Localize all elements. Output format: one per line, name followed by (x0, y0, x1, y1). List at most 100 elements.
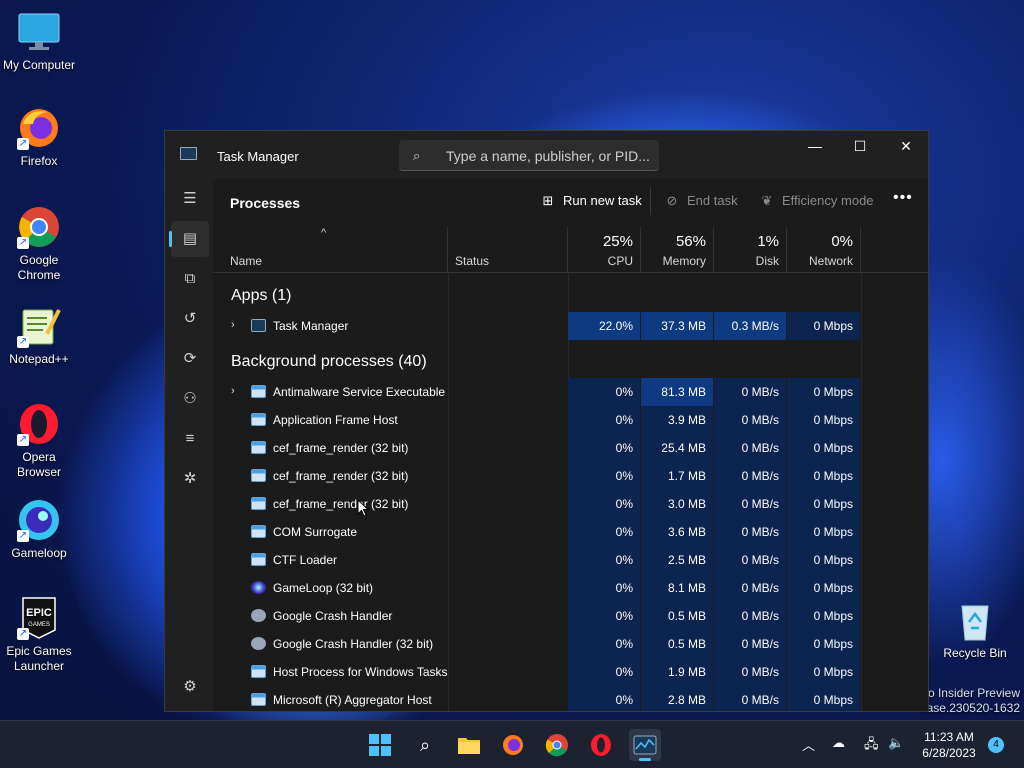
column-header-network[interactable]: 0% Network (787, 227, 861, 273)
process-row[interactable]: cef_frame_render (32 bit) 0% 3.0 MB 0 MB/s 0… (213, 490, 861, 518)
process-row[interactable]: cef_frame_render (32 bit) 0% 1.7 MB 0 MB/s 0… (213, 462, 861, 490)
more-options-icon[interactable]: ••• (893, 189, 913, 207)
process-icon (251, 609, 266, 622)
efficiency-mode-button[interactable]: ❦ Efficiency mode (758, 193, 874, 209)
desktop-icon-firefox[interactable]: ↗ Firefox (0, 106, 78, 169)
file-explorer-icon[interactable] (453, 729, 485, 761)
desktop-icon-epic-games[interactable]: EPIC GAMES ↗ Epic Games Launcher (0, 596, 78, 674)
process-icon (251, 525, 266, 538)
shortcut-arrow-icon: ↗ (17, 336, 29, 348)
recycle-bin-icon (953, 598, 997, 642)
processes-page: Processes ⊞ Run new task ⊘ End task ❦ Effic… (213, 179, 928, 711)
startup-apps-tab-icon[interactable]: ⟳ (171, 341, 209, 377)
opera-icon: ↗ (17, 402, 61, 446)
desktop-icon-gameloop[interactable]: ↗ Gameloop (0, 498, 78, 561)
notepadpp-icon: ↗ (17, 304, 61, 348)
process-row[interactable]: Application Frame Host 0% 3.9 MB 0 MB/s 0 Mb… (213, 406, 861, 434)
toolbar-divider (650, 187, 651, 215)
network-value: 0 Mbps (787, 574, 860, 602)
network-value: 0 Mbps (787, 406, 860, 434)
show-hidden-icons-chevron-icon[interactable]: ︿ (802, 735, 815, 754)
onedrive-offline-icon[interactable]: ☁ (832, 735, 845, 751)
task-manager-app-icon (180, 147, 197, 160)
process-row[interactable]: cef_frame_render (32 bit) 0% 25.4 MB 0 MB/s… (213, 434, 861, 462)
memory-value: 0.5 MB (641, 630, 713, 658)
windows-watermark-line: ease.230520-1632 (919, 701, 1020, 715)
process-icon (251, 553, 266, 566)
process-row[interactable]: Google Crash Handler 0% 0.5 MB 0 MB/s 0 Mbps (213, 602, 861, 630)
column-header-memory[interactable]: 56% Memory (641, 227, 714, 273)
desktop-icon-opera[interactable]: ↗ Opera Browser (0, 402, 78, 480)
app-history-tab-icon[interactable]: ↺ (171, 301, 209, 337)
process-icon (251, 469, 266, 482)
process-row[interactable]: CTF Loader 0% 2.5 MB 0 MB/s 0 Mbps (213, 546, 861, 574)
network-icon[interactable]: 🖧 (864, 735, 879, 757)
hamburger-menu-icon[interactable]: ☰ (171, 181, 209, 217)
disk-value: 0 MB/s (714, 434, 786, 462)
settings-gear-icon[interactable]: ⚙ (171, 669, 209, 705)
system-clock[interactable]: 11:23 AM 6/28/2023 (918, 729, 980, 761)
process-row[interactable]: Host Process for Windows Tasks 0% 1.9 MB 0 … (213, 658, 861, 686)
expand-chevron-icon[interactable]: › (231, 319, 235, 331)
column-header-name[interactable]: ^ Name (213, 227, 448, 273)
column-header-cpu[interactable]: 25% CPU (568, 227, 641, 273)
column-header-disk[interactable]: 1% Disk (714, 227, 787, 273)
details-tab-icon[interactable]: ≡ (171, 421, 209, 457)
disk-value: 0 MB/s (714, 378, 786, 406)
disk-value: 0 MB/s (714, 630, 786, 658)
network-value: 0 Mbps (787, 686, 860, 711)
process-row[interactable]: Google Crash Handler (32 bit) 0% 0.5 MB 0 M… (213, 630, 861, 658)
column-label-disk: Disk (755, 254, 779, 268)
column-label-status: Status (455, 254, 490, 268)
start-button[interactable] (364, 729, 396, 761)
title-bar[interactable]: Task Manager ⌕ Type a name, publisher, o… (165, 131, 928, 179)
network-value: 0 Mbps (787, 658, 860, 686)
notification-badge[interactable]: 4 (988, 737, 1004, 753)
volume-icon[interactable]: 🔈 (888, 735, 904, 751)
users-tab-icon[interactable]: ⚇ (171, 381, 209, 417)
monitor-icon (17, 10, 61, 54)
processes-tab-icon[interactable]: ▤ (169, 221, 209, 257)
process-row[interactable]: › Antimalware Service Executable 0% 81.3 MB… (213, 378, 861, 406)
search-box[interactable]: ⌕ Type a name, publisher, or PID... (399, 140, 659, 171)
process-icon (251, 665, 266, 678)
search-placeholder: Type a name, publisher, or PID... (446, 148, 650, 164)
taskbar-opera-icon[interactable] (585, 729, 617, 761)
process-name: CTF Loader (273, 553, 338, 567)
run-new-task-label: Run new task (563, 193, 642, 208)
column-header-status[interactable]: Status (448, 227, 568, 273)
desktop-icon-label: Google Chrome (17, 253, 61, 282)
minimize-button[interactable]: — (792, 131, 838, 161)
performance-tab-icon[interactable]: ⧉ (171, 261, 209, 297)
process-name: cef_frame_render (32 bit) (273, 469, 409, 483)
column-label-name: Name (230, 254, 263, 268)
close-button[interactable]: ✕ (883, 131, 928, 161)
desktop-icon-recycle-bin[interactable]: Recycle Bin (936, 598, 1014, 661)
disk-value: 0 MB/s (714, 490, 786, 518)
process-icon (251, 413, 266, 426)
process-row[interactable]: › Task Manager 22.0% 37.3 MB 0.3 MB/s 0 Mbps (213, 312, 861, 340)
process-name: Google Crash Handler (32 bit) (273, 637, 434, 651)
network-value: 0 Mbps (787, 312, 860, 340)
section-header-background: Background processes (40) (231, 353, 427, 370)
maximize-button[interactable]: ☐ (837, 131, 883, 161)
end-task-button[interactable]: ⊘ End task (663, 193, 738, 209)
process-row[interactable]: COM Surrogate 0% 3.6 MB 0 MB/s 0 Mbps (213, 518, 861, 546)
process-row[interactable]: Microsoft (R) Aggregator Host 0% 2.8 MB 0 M… (213, 686, 861, 711)
desktop-icon-chrome[interactable]: ↗ Google Chrome (0, 205, 78, 283)
run-new-task-button[interactable]: ⊞ Run new task (539, 193, 642, 209)
services-tab-icon[interactable]: ✲ (171, 461, 209, 497)
memory-value: 0.5 MB (641, 602, 713, 630)
taskbar-task-manager-icon[interactable] (629, 729, 661, 761)
taskbar-chrome-icon[interactable] (541, 729, 573, 761)
desktop-icon-label: Firefox (20, 154, 58, 168)
expand-chevron-icon[interactable]: › (231, 385, 235, 397)
process-row[interactable]: GameLoop (32 bit) 0% 8.1 MB 0 MB/s 0 Mbps (213, 574, 861, 602)
chrome-icon: ↗ (17, 205, 61, 249)
process-list: Apps (1) Background processes (40) › Task… (213, 274, 928, 711)
desktop-icon-my-computer[interactable]: My Computer (0, 10, 78, 73)
taskbar-firefox-icon[interactable] (497, 729, 529, 761)
taskbar-search-icon[interactable]: ⌕ (409, 729, 441, 761)
navigation-pane: ☰ ▤ ⧉ ↺ ⟳ ⚇ ≡ ✲ ⚙ (165, 179, 213, 711)
desktop-icon-notepadpp[interactable]: ↗ Notepad++ (0, 304, 78, 367)
